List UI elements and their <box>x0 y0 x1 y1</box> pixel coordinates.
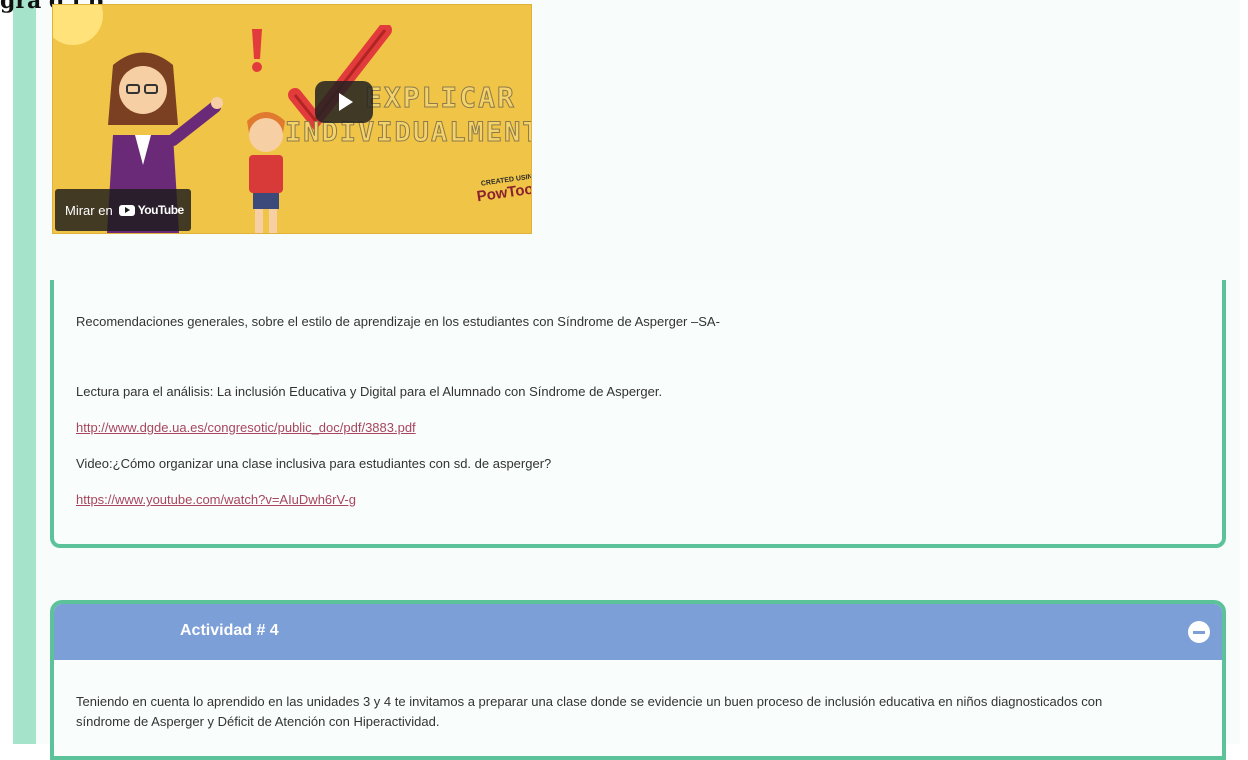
activity-card: Actividad # 4 Teniendo en cuenta lo apre… <box>50 600 1226 760</box>
left-accent-stripe <box>13 0 36 744</box>
youtube-logo: YouTube <box>118 203 184 217</box>
play-icon <box>339 93 353 111</box>
embedded-video[interactable]: EXPLICAR INDIVIDUALMENTE CREATED USING P… <box>52 4 532 234</box>
powtoon-logo: CREATED USING PowToon <box>475 172 532 206</box>
play-button[interactable] <box>315 81 373 123</box>
resources-card: Recomendaciones generales, sobre el esti… <box>50 280 1226 548</box>
activity-title: Actividad # 4 <box>180 622 279 639</box>
reading-label: Lectura para el análisis: La inclusión E… <box>76 384 663 399</box>
sun-graphic <box>53 5 103 45</box>
activity-description: Teniendo en cuenta lo aprendido en las u… <box>76 694 1103 729</box>
video-link[interactable]: https://www.youtube.com/watch?v=AIuDwh6r… <box>76 492 356 507</box>
right-edge <box>1240 0 1248 744</box>
youtube-play-icon <box>118 204 135 216</box>
activity-header[interactable]: Actividad # 4 <box>54 604 1222 660</box>
video-title-line1: EXPLICAR <box>365 81 516 115</box>
minus-circle-icon[interactable] <box>1188 621 1210 643</box>
reading-link[interactable]: http://www.dgde.ua.es/congresotic/public… <box>76 420 416 435</box>
watch-label: Mirar en <box>65 202 113 218</box>
recommendations-text: Recomendaciones generales, sobre el esti… <box>76 314 720 329</box>
watch-on-youtube-button[interactable]: Mirar en YouTube <box>55 189 191 231</box>
exclamation-graphic <box>252 29 262 72</box>
video-label: Video:¿Cómo organizar una clase inclusiv… <box>76 456 552 471</box>
